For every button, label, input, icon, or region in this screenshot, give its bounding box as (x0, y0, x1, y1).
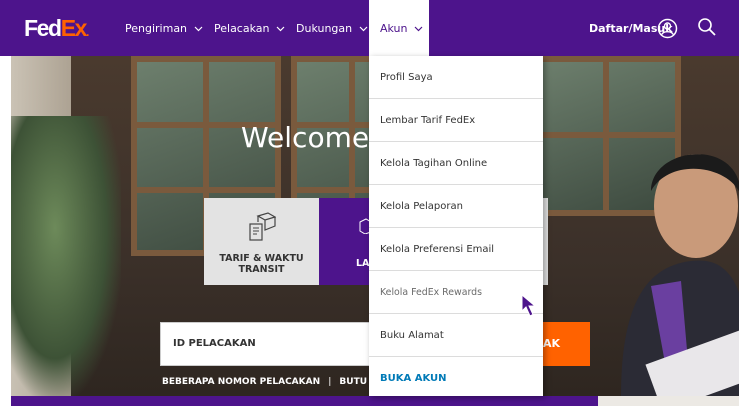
track-tile[interactable]: LA (319, 198, 371, 285)
nav-item-label: Pelacakan (214, 22, 270, 35)
menu-item-label: Kelola Tagihan Online (380, 158, 488, 169)
menu-item-label: Buku Alamat (380, 330, 444, 341)
tracking-hint-links: BEBERAPA NOMOR PELACAKAN | BUTU (162, 376, 367, 388)
track-button[interactable]: AK (543, 322, 590, 366)
fedex-logo[interactable]: FedEx. (24, 15, 89, 45)
menu-item-kelola-fedex-rewards[interactable]: Kelola FedEx Rewards (369, 271, 543, 314)
menu-item-label: BUKA AKUN (380, 373, 447, 384)
menu-item-buku-alamat[interactable]: Buku Alamat (369, 314, 543, 357)
multiple-tracking-link[interactable]: BEBERAPA NOMOR PELACAKAN (162, 377, 320, 387)
menu-item-kelola-pelaporan[interactable]: Kelola Pelaporan (369, 185, 543, 228)
courier-photo (621, 154, 739, 396)
chevron-down-icon (359, 26, 368, 32)
tile-edge (543, 198, 548, 285)
nav-item-pelacakan[interactable]: Pelacakan (214, 20, 285, 38)
tracking-id-placeholder: ID PELACAKAN (173, 338, 256, 349)
background-plant (11, 116, 121, 396)
nav-item-label: Dukungan (296, 22, 353, 35)
hint-separator: | (328, 377, 332, 387)
account-dropdown-menu: Profil Saya Lembar Tarif FedEx Kelola Ta… (369, 56, 543, 396)
nav-item-dukungan[interactable]: Dukungan (296, 20, 368, 38)
menu-item-label: Profil Saya (380, 72, 433, 83)
rates-transit-label: TARIF & WAKTU TRANSIT (204, 253, 319, 275)
menu-item-lembar-tarif[interactable]: Lembar Tarif FedEx (369, 99, 543, 142)
menu-item-kelola-preferensi-email[interactable]: Kelola Preferensi Email (369, 228, 543, 271)
chevron-down-icon (194, 26, 202, 32)
rates-transit-tile[interactable]: TARIF & WAKTU TRANSIT (204, 198, 319, 285)
logo-fed-text: Fed (24, 15, 62, 41)
menu-item-buka-akun[interactable]: BUKA AKUN (369, 357, 543, 400)
user-circle-icon[interactable] (657, 18, 678, 39)
nav-item-label: Akun (380, 22, 408, 35)
nav-item-akun-label: Akun (380, 20, 423, 38)
nav-item-akun[interactable]: Akun (369, 0, 429, 56)
menu-item-label: Kelola FedEx Rewards (380, 287, 482, 298)
menu-item-label: Lembar Tarif FedEx (380, 115, 476, 126)
track-tile-label: LA (356, 258, 370, 269)
mouse-cursor-icon (521, 293, 537, 317)
menu-item-label: Kelola Pelaporan (380, 201, 463, 212)
nav-item-pengiriman[interactable]: Pengiriman (125, 20, 203, 38)
menu-item-kelola-tagihan[interactable]: Kelola Tagihan Online (369, 142, 543, 185)
chevron-down-icon (414, 26, 423, 32)
hero-welcome-heading: Welcome (241, 121, 370, 154)
help-link[interactable]: BUTU (339, 377, 367, 387)
menu-item-profil-saya[interactable]: Profil Saya (369, 56, 543, 99)
logo-dot: . (86, 25, 89, 39)
rates-transit-label-line2: TRANSIT (238, 264, 285, 275)
package-rate-icon (249, 212, 276, 241)
nav-item-label: Pengiriman (125, 22, 188, 35)
rates-transit-label-line1: TARIF & WAKTU (219, 253, 304, 264)
bottom-band-right (598, 396, 739, 406)
track-button-label: AK (543, 337, 561, 350)
tracking-id-input[interactable]: ID PELACAKAN (160, 322, 369, 366)
search-icon[interactable] (697, 17, 717, 37)
chevron-down-icon (276, 26, 285, 32)
menu-item-label: Kelola Preferensi Email (380, 244, 495, 255)
logo-ex-text: Ex (60, 15, 88, 41)
top-navigation-bar: FedEx. Pengiriman Pelacakan Dukungan Aku… (0, 0, 739, 56)
